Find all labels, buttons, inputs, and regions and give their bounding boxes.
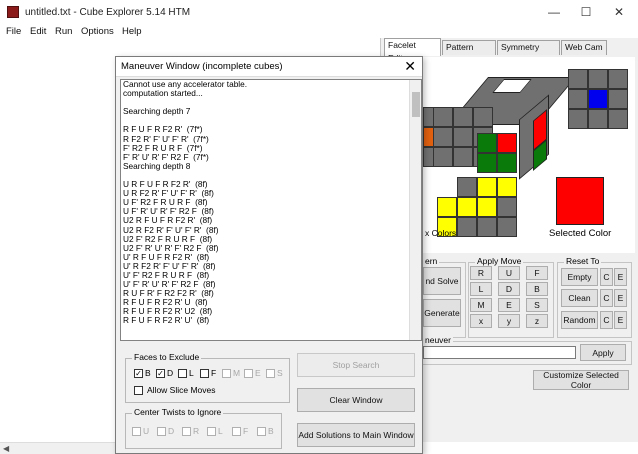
reset-clean-e-button[interactable]: E bbox=[614, 289, 627, 307]
generate-button[interactable]: Generate bbox=[423, 299, 461, 327]
dialog-title: Maneuver Window (incomplete cubes) bbox=[116, 57, 422, 77]
move-button-R[interactable]: R bbox=[470, 266, 492, 280]
center-twist-label: F bbox=[243, 426, 249, 436]
maneuver-input[interactable] bbox=[423, 346, 576, 359]
reset-empty-e-button[interactable]: E bbox=[614, 268, 627, 286]
exclude-face-S-checkbox[interactable] bbox=[266, 369, 275, 378]
move-button-S[interactable]: S bbox=[526, 298, 548, 312]
center-twist-U-checkbox[interactable] bbox=[132, 427, 141, 436]
dialog-close-icon[interactable]: ✕ bbox=[404, 59, 416, 73]
window-title: untitled.txt - Cube Explorer 5.14 HTM bbox=[25, 7, 191, 18]
scrollbar-thumb[interactable] bbox=[412, 92, 420, 117]
tab-symmetry-editor[interactable]: Symmetry Editor bbox=[497, 40, 560, 65]
center-twist-label: R bbox=[193, 426, 200, 436]
move-button-L[interactable]: L bbox=[470, 282, 492, 296]
exclude-face-label: L bbox=[189, 368, 194, 378]
exclude-face-F-checkbox[interactable] bbox=[200, 369, 209, 378]
center-twist-B-checkbox[interactable] bbox=[257, 427, 266, 436]
output-line: computation started... bbox=[123, 88, 203, 99]
exclude-face-B-checkbox[interactable]: ✓ bbox=[134, 369, 143, 378]
move-button-M[interactable]: M bbox=[470, 298, 492, 312]
move-button-y[interactable]: y bbox=[498, 314, 520, 328]
exclude-face-D-checkbox[interactable]: ✓ bbox=[156, 369, 165, 378]
menu-edit[interactable]: Edit bbox=[30, 26, 46, 37]
clear-window-button[interactable]: Clear Window bbox=[297, 388, 415, 412]
title-bar: untitled.txt - Cube Explorer 5.14 HTM — … bbox=[0, 0, 638, 26]
reset-clean-c-button[interactable]: C bbox=[600, 289, 613, 307]
move-button-D[interactable]: D bbox=[498, 282, 520, 296]
scroll-left-icon[interactable]: ◀ bbox=[3, 444, 9, 453]
reset-random-button[interactable]: Random bbox=[561, 311, 598, 329]
exclude-face-label: F bbox=[211, 368, 217, 378]
exclude-face-label: B bbox=[145, 368, 151, 378]
center-twist-D-checkbox[interactable] bbox=[157, 427, 166, 436]
allow-slice-label: Allow Slice Moves bbox=[147, 385, 216, 395]
menu-file[interactable]: File bbox=[6, 26, 21, 37]
close-button[interactable]: ✕ bbox=[604, 3, 634, 21]
menu-help[interactable]: Help bbox=[122, 26, 142, 37]
minimize-button[interactable]: — bbox=[539, 3, 569, 21]
center-twist-label: U bbox=[143, 426, 150, 436]
center-twist-F-checkbox[interactable] bbox=[232, 427, 241, 436]
menu-options[interactable]: Options bbox=[81, 26, 114, 37]
tab-web-cam[interactable]: Web Cam bbox=[561, 40, 607, 55]
output-line: R F U F R F2 R' U' (8f) bbox=[123, 315, 210, 326]
colors-label: x Colors bbox=[425, 228, 457, 238]
reset-empty-button[interactable]: Empty bbox=[561, 268, 598, 286]
center-twist-R-checkbox[interactable] bbox=[182, 427, 191, 436]
customize-color-button[interactable]: Customize Selected Color bbox=[533, 370, 629, 390]
exclude-face-label: E bbox=[255, 368, 261, 378]
reset-random-c-button[interactable]: C bbox=[600, 311, 613, 329]
move-button-z[interactable]: z bbox=[526, 314, 548, 328]
output-scrollbar[interactable] bbox=[409, 80, 421, 340]
reset-random-e-button[interactable]: E bbox=[614, 311, 627, 329]
exclude-face-E-checkbox[interactable] bbox=[244, 369, 253, 378]
tab-facelet-editor[interactable]: Facelet Editor bbox=[384, 38, 441, 63]
center-twist-L-checkbox[interactable] bbox=[207, 427, 216, 436]
selected-color-swatch[interactable] bbox=[556, 177, 604, 225]
app-icon bbox=[7, 6, 19, 18]
tab-pattern-editor[interactable]: Pattern Editor bbox=[442, 40, 496, 65]
allow-slice-checkbox[interactable] bbox=[134, 386, 143, 395]
reset-empty-c-button[interactable]: C bbox=[600, 268, 613, 286]
center-twist-label: B bbox=[268, 426, 274, 436]
output-line: Searching depth 8 bbox=[123, 160, 191, 171]
exclude-face-label: M bbox=[233, 368, 241, 378]
move-button-E[interactable]: E bbox=[498, 298, 520, 312]
apply-button[interactable]: Apply bbox=[580, 344, 626, 361]
exclude-face-M-checkbox[interactable] bbox=[222, 369, 231, 378]
output-line: Searching depth 7 bbox=[123, 106, 191, 117]
move-button-B[interactable]: B bbox=[526, 282, 548, 296]
move-button-x[interactable]: x bbox=[470, 314, 492, 328]
reset-clean-button[interactable]: Clean bbox=[561, 289, 598, 307]
faces-to-exclude-group: Faces to Exclude bbox=[125, 352, 290, 403]
add-solutions-button[interactable]: Add Solutions to Main Window bbox=[297, 423, 415, 447]
maximize-button[interactable]: ☐ bbox=[571, 3, 601, 21]
solve-button[interactable]: nd Solve bbox=[423, 267, 461, 295]
maneuver-dialog: Maneuver Window (incomplete cubes) ✕ Can… bbox=[115, 56, 423, 454]
selected-color-label: Selected Color bbox=[549, 228, 612, 239]
menu-run[interactable]: Run bbox=[55, 26, 72, 37]
move-button-U[interactable]: U bbox=[498, 266, 520, 280]
exclude-face-L-checkbox[interactable] bbox=[178, 369, 187, 378]
output-textarea[interactable]: Cannot use any accelerator table. computa… bbox=[120, 79, 422, 341]
exclude-face-label: D bbox=[167, 368, 174, 378]
stop-search-button[interactable]: Stop Search bbox=[297, 353, 415, 377]
center-twist-label: L bbox=[218, 426, 223, 436]
move-button-F[interactable]: F bbox=[526, 266, 548, 280]
exclude-face-label: S bbox=[277, 368, 283, 378]
facelet-canvas[interactable]: Selected Color x Colors bbox=[423, 57, 635, 253]
center-twist-label: D bbox=[168, 426, 175, 436]
